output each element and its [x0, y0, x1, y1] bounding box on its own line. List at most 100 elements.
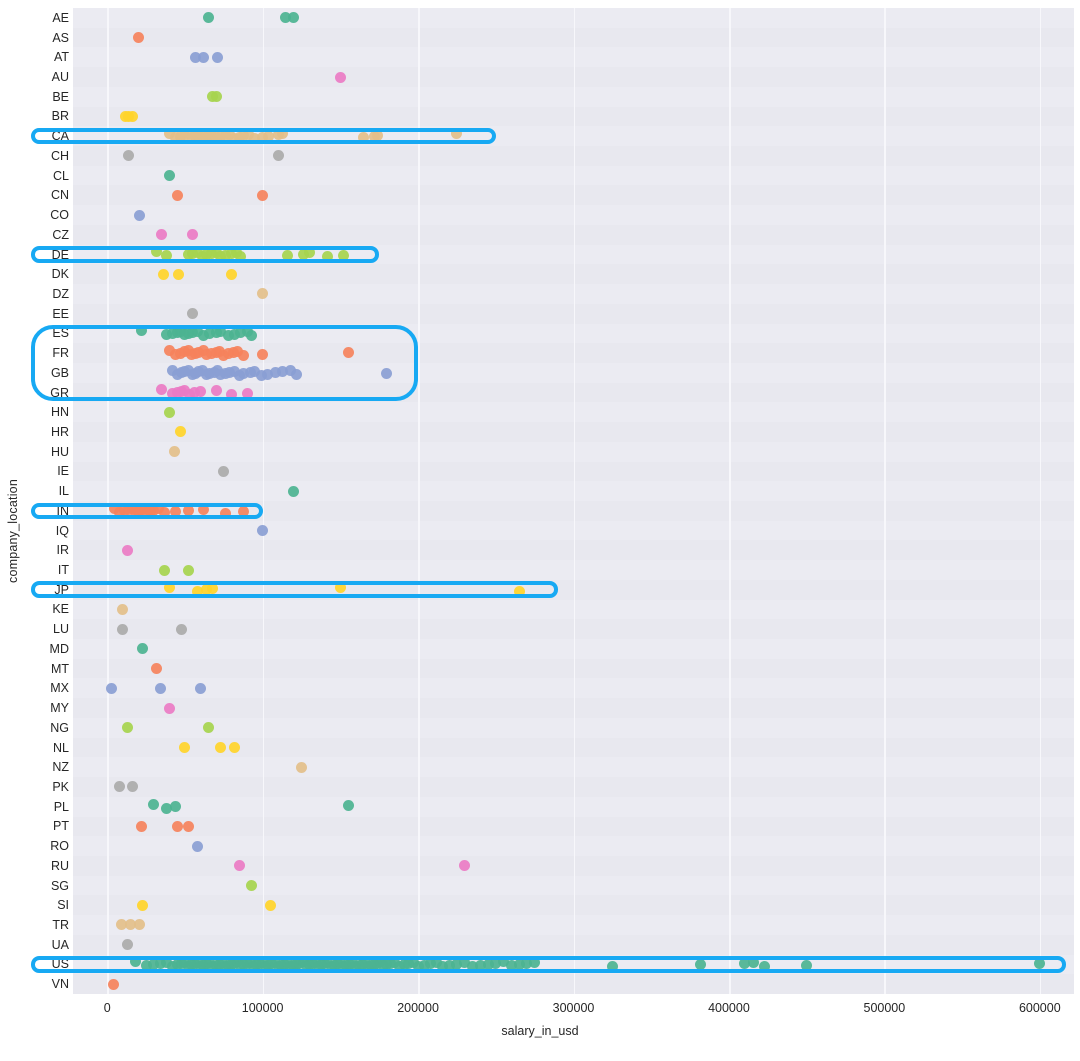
- data-point[interactable]: [107, 978, 119, 990]
- y-tick-ke: KE: [52, 602, 69, 617]
- x-tick-600000: 600000: [1018, 1001, 1061, 1015]
- y-tick-ie: IE: [57, 464, 69, 479]
- data-point[interactable]: [219, 507, 231, 519]
- data-point[interactable]: [157, 268, 169, 280]
- y-tick-dk: DK: [51, 267, 69, 282]
- data-point[interactable]: [334, 581, 346, 593]
- y-tick-in: IN: [56, 503, 70, 518]
- data-point[interactable]: [198, 503, 210, 515]
- data-point[interactable]: [212, 51, 224, 63]
- data-point[interactable]: [295, 761, 307, 773]
- y-tick-as: AS: [52, 30, 69, 45]
- data-point[interactable]: [801, 959, 813, 971]
- data-point[interactable]: [529, 956, 541, 968]
- y-tick-ro: RO: [50, 839, 69, 854]
- y-tick-tr: TR: [52, 917, 69, 932]
- x-tick-200000: 200000: [397, 1001, 439, 1015]
- y-tick-si: SI: [57, 898, 69, 913]
- y-tick-mx: MX: [50, 681, 69, 696]
- x-gridline: [262, 8, 265, 994]
- x-axis-label: salary_in_usd: [0, 1024, 1080, 1038]
- data-point[interactable]: [171, 820, 183, 832]
- y-tick-hn: HN: [50, 405, 69, 420]
- y-tick-iq: IQ: [55, 523, 69, 538]
- data-point[interactable]: [303, 247, 315, 259]
- y-axis-tick-labels: AE AS AT AU BE BR CA CH CL CN CO CZ DE DK DZ EE ES FR GB GR…: [23, 8, 69, 994]
- data-point[interactable]: [154, 682, 166, 694]
- y-tick-dz: DZ: [52, 286, 69, 301]
- data-point[interactable]: [176, 623, 188, 635]
- data-point[interactable]: [226, 268, 238, 280]
- data-point[interactable]: [121, 939, 133, 951]
- y-tick-ua: UA: [51, 937, 69, 952]
- data-point[interactable]: [210, 384, 222, 396]
- data-point[interactable]: [126, 110, 138, 122]
- y-tick-sg: SG: [50, 878, 69, 893]
- data-point[interactable]: [163, 581, 175, 593]
- data-point[interactable]: [126, 781, 138, 793]
- data-point[interactable]: [241, 387, 253, 399]
- x-gridline: [573, 8, 576, 994]
- x-gridline: [1039, 8, 1042, 994]
- data-point[interactable]: [194, 682, 206, 694]
- data-point[interactable]: [257, 348, 269, 360]
- x-tick-500000: 500000: [863, 1001, 906, 1015]
- data-point[interactable]: [606, 960, 618, 972]
- plot-area[interactable]: [73, 8, 1074, 994]
- data-point[interactable]: [513, 585, 525, 597]
- y-tick-es: ES: [52, 326, 69, 341]
- x-tick-100000: 100000: [241, 1001, 284, 1015]
- data-point[interactable]: [159, 564, 171, 576]
- y-tick-nl: NL: [53, 740, 69, 755]
- data-point[interactable]: [372, 129, 384, 141]
- y-tick-pl: PL: [53, 799, 69, 814]
- data-point[interactable]: [198, 51, 210, 63]
- data-point[interactable]: [117, 623, 129, 635]
- data-point[interactable]: [148, 798, 160, 810]
- data-point[interactable]: [210, 91, 222, 103]
- data-point[interactable]: [381, 367, 393, 379]
- data-point[interactable]: [173, 268, 185, 280]
- data-point[interactable]: [163, 406, 175, 418]
- data-point[interactable]: [163, 170, 175, 182]
- data-point[interactable]: [194, 386, 206, 398]
- y-tick-jp: JP: [54, 582, 69, 597]
- data-point[interactable]: [288, 485, 300, 497]
- data-point[interactable]: [129, 956, 141, 968]
- data-point[interactable]: [182, 820, 194, 832]
- x-axis-tick-labels: 0 100000 200000 300000 400000 500000 600000: [73, 1001, 1074, 1021]
- y-tick-de: DE: [51, 247, 69, 262]
- y-tick-md: MD: [49, 641, 69, 656]
- data-point[interactable]: [282, 249, 293, 261]
- data-point[interactable]: [337, 250, 349, 262]
- y-axis-label-text: company_location: [6, 478, 20, 583]
- x-axis-label-text: salary_in_usd: [501, 1024, 579, 1038]
- x-tick-300000: 300000: [552, 1001, 595, 1015]
- data-point[interactable]: [121, 544, 133, 556]
- data-point[interactable]: [257, 189, 269, 201]
- data-point[interactable]: [759, 960, 771, 972]
- y-tick-hu: HU: [50, 444, 69, 459]
- y-tick-cz: CZ: [52, 227, 69, 242]
- data-point[interactable]: [134, 209, 146, 221]
- data-point[interactable]: [132, 32, 144, 44]
- y-tick-ee: EE: [52, 306, 69, 321]
- x-gridline: [418, 8, 420, 994]
- y-tick-nz: NZ: [52, 760, 69, 775]
- y-tick-vn: VN: [51, 977, 69, 992]
- data-point[interactable]: [182, 564, 194, 576]
- data-point[interactable]: [163, 702, 175, 714]
- data-point[interactable]: [226, 388, 238, 400]
- data-point[interactable]: [191, 840, 203, 852]
- data-point[interactable]: [264, 899, 276, 911]
- data-point[interactable]: [168, 446, 180, 458]
- data-point[interactable]: [182, 504, 194, 516]
- y-tick-au: AU: [51, 70, 69, 85]
- data-point[interactable]: [334, 71, 346, 83]
- data-point[interactable]: [202, 722, 214, 734]
- data-point[interactable]: [342, 347, 354, 359]
- data-point[interactable]: [171, 189, 183, 201]
- data-point[interactable]: [342, 800, 354, 812]
- data-point[interactable]: [135, 820, 147, 832]
- y-tick-il: IL: [58, 484, 69, 499]
